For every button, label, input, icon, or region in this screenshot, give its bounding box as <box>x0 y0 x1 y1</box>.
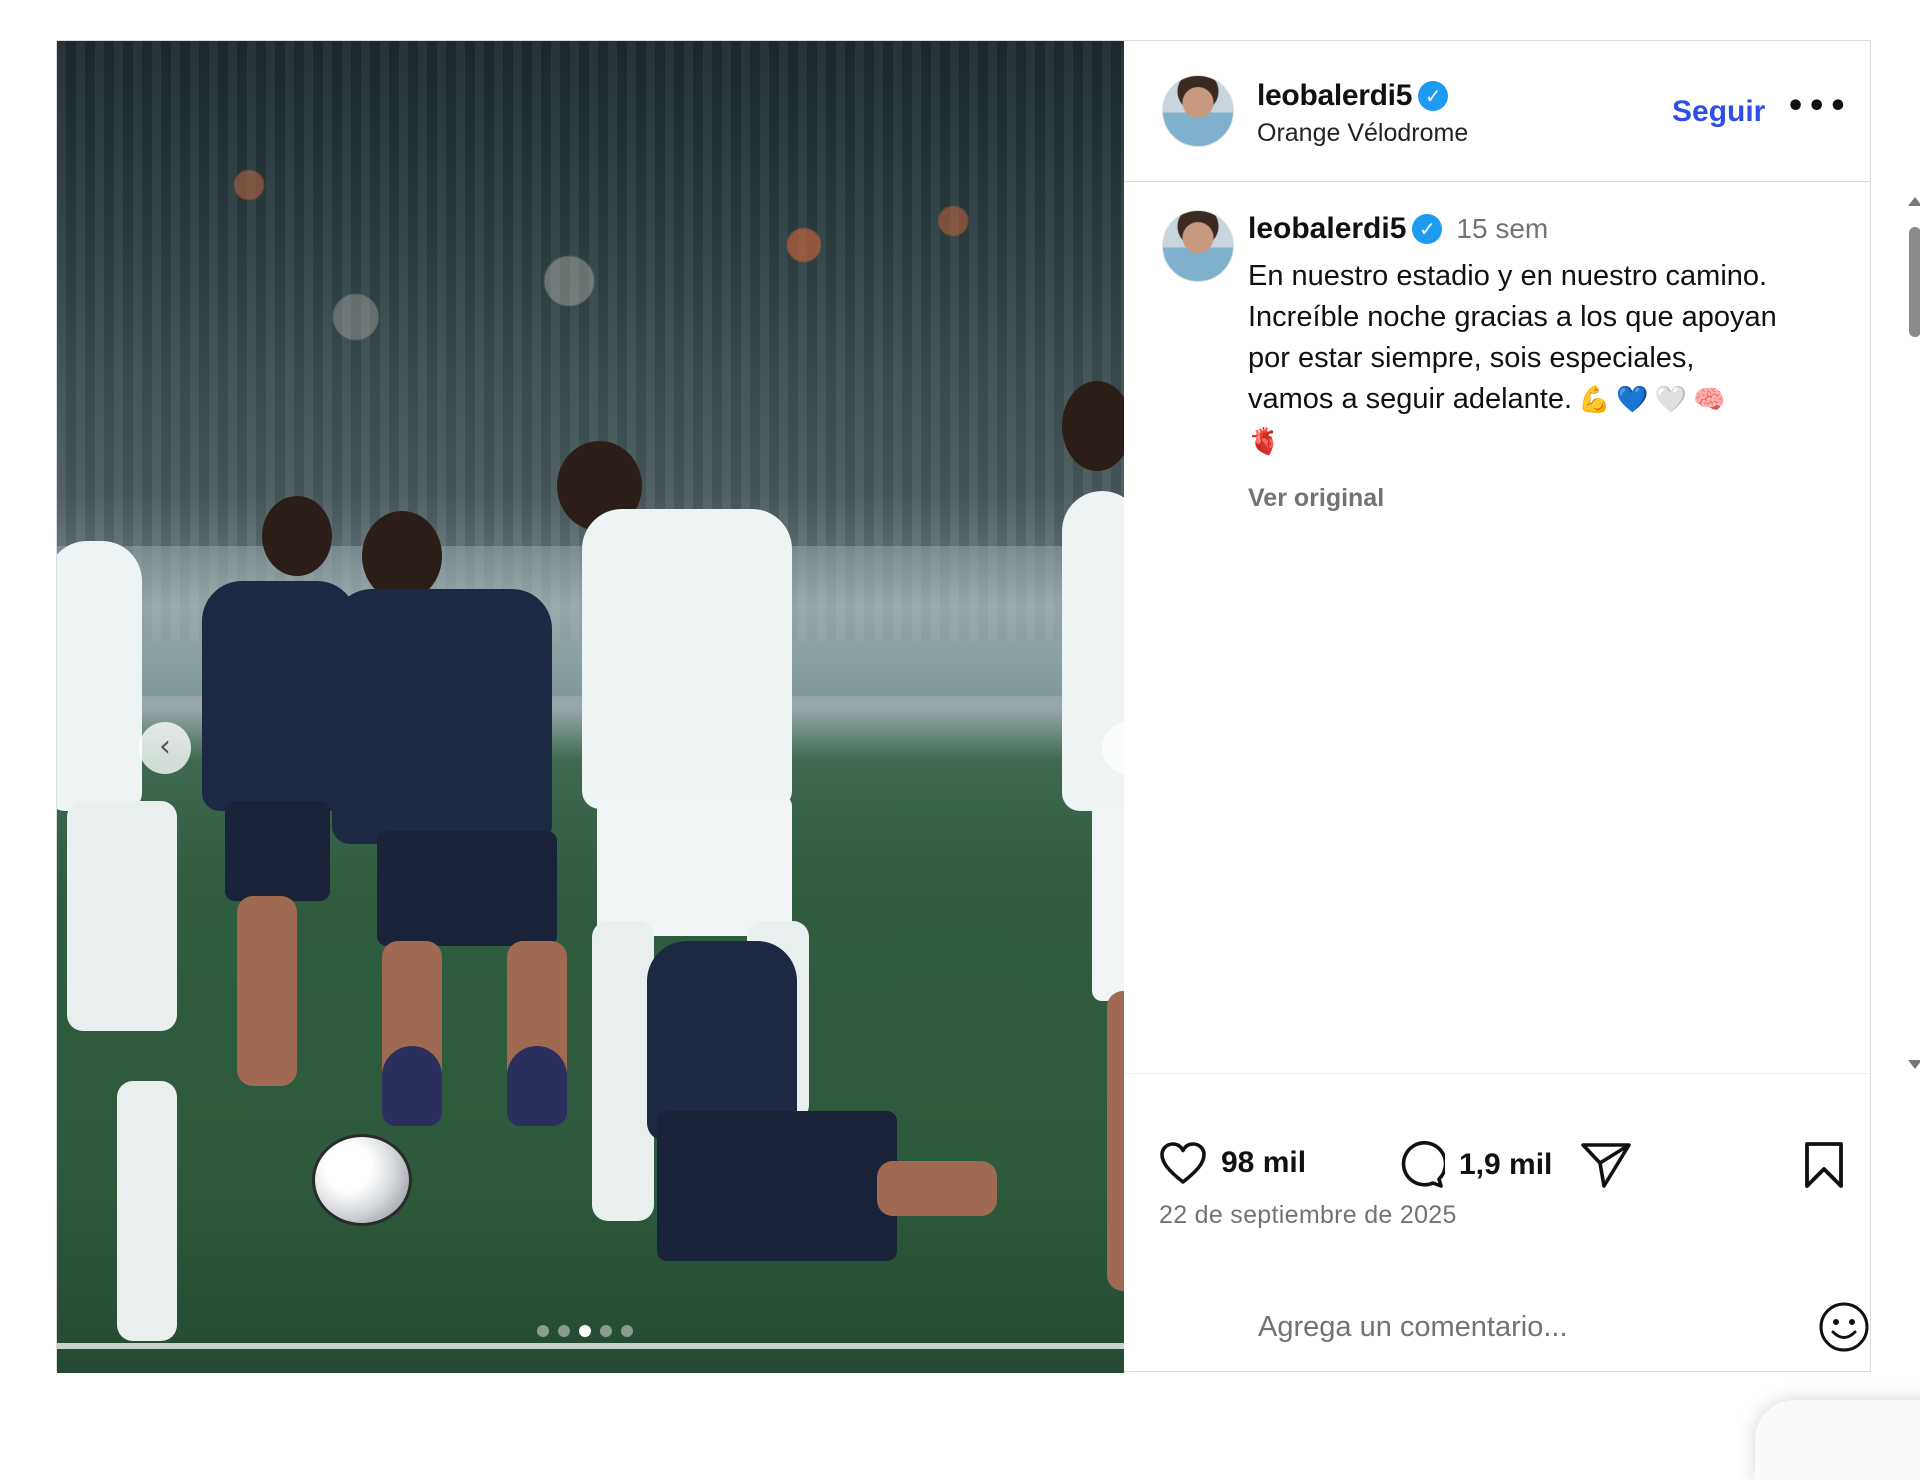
author-username-link[interactable]: leobalerdi5 ✓ <box>1257 79 1449 113</box>
caption-emoji-line: 🫀 <box>1248 421 1818 463</box>
instagram-post: ‹ › leobalerdi5✓ Orange Vélodrome Seguir… <box>56 40 1920 1373</box>
pitch-line <box>57 1343 1124 1349</box>
caption-line-with-emojis: vamos a seguir adelante. 💪 💙 🤍 🧠 <box>1248 379 1818 421</box>
caption-username[interactable]: leobalerdi5 <box>1248 212 1406 245</box>
post-date[interactable]: 22 de septiembre de 2025 <box>1159 1201 1457 1230</box>
player-left-edge-legs <box>67 801 177 1031</box>
caption-author-avatar[interactable] <box>1162 210 1234 282</box>
scroll-down-arrow-icon[interactable] <box>1908 1060 1920 1069</box>
carousel-dot <box>558 1325 570 1337</box>
football <box>312 1134 412 1226</box>
player-om-right-leg <box>1107 991 1124 1291</box>
carousel-dot <box>600 1325 612 1337</box>
heart-icon <box>1160 1142 1206 1184</box>
comment-bubble-icon <box>1401 1141 1445 1188</box>
comment-input[interactable] <box>1256 1303 1740 1351</box>
player-psg-back-head <box>262 496 332 576</box>
caption-text: En nuestro estadio y en nuestro camino. … <box>1248 256 1818 463</box>
follow-button[interactable]: Seguir <box>1672 95 1765 129</box>
comment-count[interactable]: 1,9 mil <box>1459 1148 1552 1182</box>
blue-heart-emoji: 💙 <box>1616 385 1649 415</box>
player-psg-front-sock-right <box>507 1046 567 1126</box>
player-psg-front-head <box>362 511 442 601</box>
player-om-right-shorts <box>1092 801 1124 1001</box>
player-om-captain-shorts <box>597 796 792 936</box>
carousel-dot <box>537 1325 549 1337</box>
add-comment-row <box>1124 1279 1870 1371</box>
verified-badge-icon: ✓ <box>1418 81 1449 111</box>
carousel-indicator <box>537 1325 633 1337</box>
see-original-link[interactable]: Ver original <box>1248 484 1384 513</box>
smiley-icon <box>1819 1302 1869 1352</box>
author-username[interactable]: leobalerdi5 <box>1257 79 1412 112</box>
post-photo-carousel[interactable]: ‹ › <box>57 41 1124 1373</box>
anatomical-heart-emoji: 🫀 <box>1248 427 1281 457</box>
player-psg-front-sock-left <box>382 1046 442 1126</box>
carousel-dot <box>621 1325 633 1337</box>
player-om-captain-leg-left <box>592 921 654 1221</box>
emoji-picker-button[interactable] <box>1818 1301 1870 1358</box>
player-psg-front-body <box>332 589 552 844</box>
save-button[interactable] <box>1803 1141 1845 1189</box>
author-avatar[interactable] <box>1162 75 1234 147</box>
scroll-up-arrow-icon[interactable] <box>1908 197 1920 206</box>
player-psg-back-legs <box>237 896 297 1086</box>
player-psg-back-shorts <box>225 801 330 901</box>
player-psg-fallen-leg <box>877 1161 997 1216</box>
caption-section: leobalerdi5 ✓ 15 sem En nuestro estadio y … <box>1124 182 1870 1072</box>
paper-plane-icon <box>1581 1143 1631 1188</box>
caption-line: por estar siempre, sois especiales, <box>1248 342 1695 374</box>
post-location[interactable]: Orange Vélodrome <box>1257 119 1468 148</box>
scrollbar-thumb[interactable] <box>1909 227 1920 337</box>
player-psg-front-shorts <box>377 831 557 946</box>
flexed-biceps-emoji: 💪 <box>1578 385 1611 415</box>
post-header: leobalerdi5 ✓ Orange Vélodrome Seguir ••• <box>1124 41 1870 182</box>
carousel-prev-button[interactable]: ‹ <box>139 722 191 774</box>
caption-line: vamos a seguir adelante. <box>1248 383 1573 415</box>
player-psg-fallen-shorts <box>657 1111 897 1261</box>
caption-timestamp[interactable]: 15 sem <box>1456 213 1548 244</box>
like-button[interactable]: 98 mil <box>1159 1141 1306 1185</box>
post-details-panel: leobalerdi5 ✓ Orange Vélodrome Seguir •••… <box>1124 41 1920 1371</box>
comment-button[interactable]: 1,9 mil <box>1397 1141 1552 1189</box>
caption-line: Increíble noche gracias a los que apoyan <box>1248 301 1777 333</box>
verified-badge-icon: ✓ <box>1412 214 1443 244</box>
carousel-dot-active <box>579 1325 591 1337</box>
partial-overlay-card <box>1755 1400 1920 1480</box>
player-om-right-head <box>1062 381 1124 471</box>
bookmark-icon <box>1805 1142 1843 1188</box>
share-button[interactable] <box>1580 1141 1632 1189</box>
more-options-icon[interactable]: ••• <box>1786 89 1850 124</box>
white-heart-emoji: 🤍 <box>1654 385 1688 415</box>
player-left-edge <box>57 541 142 811</box>
player-left-edge-sock <box>117 1081 177 1341</box>
player-om-captain-shirt <box>582 509 792 809</box>
caption-header: leobalerdi5 ✓ 15 sem <box>1248 212 1548 246</box>
caption-line: En nuestro estadio y en nuestro camino. <box>1248 260 1768 292</box>
brain-emoji: 🧠 <box>1693 385 1726 415</box>
caption-scrollbar[interactable] <box>1902 193 1920 1073</box>
like-count[interactable]: 98 mil <box>1221 1146 1306 1180</box>
